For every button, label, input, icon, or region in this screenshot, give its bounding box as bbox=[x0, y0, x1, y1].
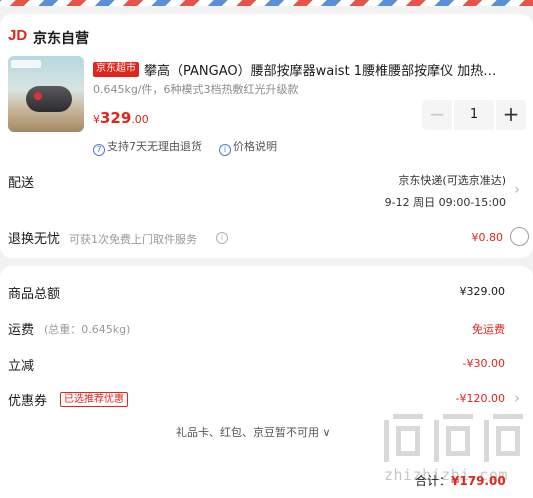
massager-light bbox=[34, 92, 42, 100]
price-explanation[interactable]: i 价格说明 bbox=[219, 138, 277, 156]
goods-total-value: ¥329.00 bbox=[459, 285, 506, 298]
product-price: ¥329.00 bbox=[93, 108, 149, 127]
info-icon: i bbox=[219, 144, 231, 156]
price-currency: ¥ bbox=[93, 113, 100, 126]
order-total: 合计：¥179.00 bbox=[415, 472, 506, 489]
coupon-chevron-icon[interactable]: › bbox=[514, 389, 520, 407]
unavailable-payments[interactable]: 礼品卡、红包、京豆暂不可用 ∨ bbox=[176, 424, 331, 440]
shipping-weight: (总重：0.645kg) bbox=[44, 323, 131, 336]
coupon-label: 优惠券 bbox=[8, 394, 48, 409]
quantity-stepper: − 1 + bbox=[422, 100, 526, 130]
product-image[interactable] bbox=[8, 56, 84, 132]
exchange-info-icon[interactable]: i bbox=[216, 232, 228, 244]
delivery-label: 配送 bbox=[8, 176, 35, 191]
price-integer: 329 bbox=[100, 109, 132, 127]
discount-label: 立减 bbox=[8, 359, 35, 374]
massager-shape bbox=[26, 86, 72, 112]
jd-logo: JD bbox=[8, 27, 28, 44]
return-policy[interactable]: 7 支持7天无理由退货 bbox=[93, 138, 202, 156]
seven-day-icon: 7 bbox=[93, 144, 105, 156]
total-label: 合计： bbox=[415, 474, 452, 488]
quantity-input[interactable]: 1 bbox=[452, 100, 496, 130]
shipping-label: 运费 bbox=[8, 323, 35, 338]
product-spec[interactable]: 0.645kg/件，6种模式3档热敷红光升级款 bbox=[93, 81, 299, 97]
discount-value: -¥30.00 bbox=[462, 357, 505, 370]
exchange-hint: 可获1次免费上门取件服务 bbox=[69, 233, 197, 246]
delivery-time[interactable]: 9-12 周日 09:00-15:00 bbox=[385, 194, 506, 210]
exchange-price: ¥0.80 bbox=[471, 231, 504, 244]
coupon-value[interactable]: -¥120.00 bbox=[456, 392, 505, 405]
image-tag bbox=[11, 60, 41, 68]
coupon-tag[interactable]: 已选推荐优惠 bbox=[60, 392, 128, 407]
goods-total-label: 商品总额 bbox=[8, 287, 61, 302]
price-decimal: .00 bbox=[131, 113, 149, 126]
supermarket-badge: 京东超市 bbox=[93, 62, 139, 77]
total-value: ¥179.00 bbox=[451, 474, 506, 488]
return-policy-label: 支持7天无理由退货 bbox=[107, 140, 202, 153]
airmail-border bbox=[0, 0, 533, 6]
product-title[interactable]: 攀高（PANGAO）腰部按摩器waist 1腰椎腰部按摩仪 加热… bbox=[144, 60, 526, 79]
delivery-method[interactable]: 京东快递(可选京准达) bbox=[398, 172, 506, 188]
price-explanation-label: 价格说明 bbox=[233, 140, 277, 153]
product-card bbox=[0, 14, 533, 258]
increase-button[interactable]: + bbox=[496, 100, 526, 130]
exchange-radio[interactable] bbox=[510, 227, 529, 246]
shipping-value: 免运费 bbox=[472, 323, 505, 336]
delivery-chevron-icon[interactable]: › bbox=[514, 180, 520, 198]
watermark-logo bbox=[384, 414, 526, 464]
exchange-label: 退换无忧 bbox=[8, 232, 61, 247]
shop-name[interactable]: 京东自营 bbox=[33, 28, 89, 48]
decrease-button[interactable]: − bbox=[422, 100, 452, 130]
